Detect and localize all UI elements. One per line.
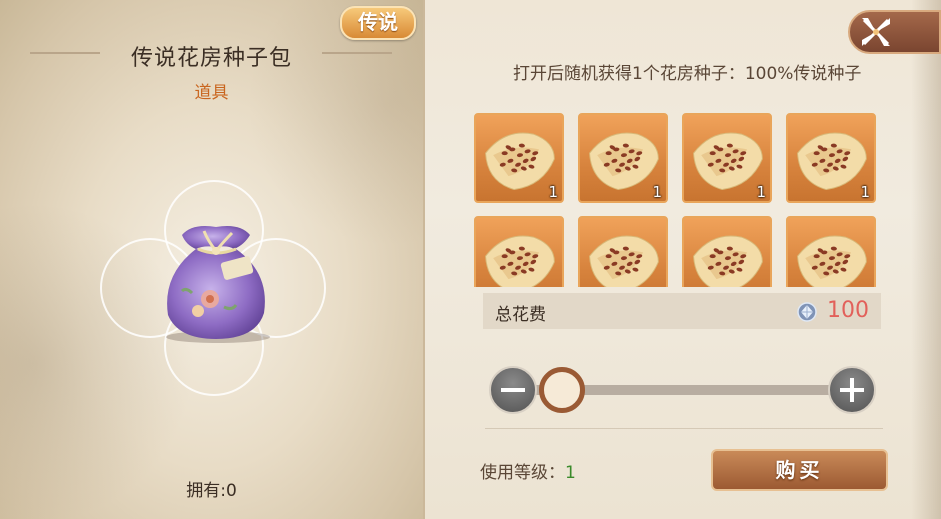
required-level-label: 使用等级： (480, 463, 565, 483)
reward-grid: 1 1 1 1 (474, 113, 878, 287)
reward-slot[interactable] (786, 216, 876, 287)
seed-pile-icon (693, 235, 763, 287)
rarity-badge: 传说 (340, 6, 416, 40)
total-cost-label: 总花费 (495, 305, 546, 325)
buy-button[interactable]: 购买 (711, 449, 888, 491)
required-level: 使用等级：1 (480, 458, 576, 483)
seed-pile-icon (485, 235, 555, 287)
decrease-quantity-button[interactable] (489, 366, 537, 414)
item-description: 打开后随机获得1个花房种子：100%传说种子 (513, 64, 862, 84)
total-cost-row: 总花费 100 (483, 293, 881, 329)
reward-slot[interactable] (578, 216, 668, 287)
reward-slot[interactable] (682, 216, 772, 287)
item-preview-panel: 传说花房种子包 道具 拥有:0 (0, 0, 425, 519)
item-category: 道具 (194, 83, 229, 103)
reward-slot[interactable] (474, 216, 564, 287)
close-x-icon[interactable] (858, 14, 894, 50)
reward-count: 1 (548, 183, 558, 201)
reward-slot[interactable]: 1 (474, 113, 564, 203)
minus-icon (501, 388, 525, 392)
owned-count: 拥有:0 (186, 481, 237, 501)
divider (485, 428, 883, 429)
seed-bag-icon (166, 226, 270, 343)
quantity-slider-handle[interactable] (539, 367, 585, 413)
reward-count: 1 (756, 183, 766, 201)
reward-slot[interactable]: 1 (786, 113, 876, 203)
reward-slot[interactable]: 1 (578, 113, 668, 203)
seed-pile-icon (589, 235, 659, 287)
item-name: 传说花房种子包 (130, 46, 292, 71)
reward-slot[interactable]: 1 (682, 113, 772, 203)
diamond-icon (797, 302, 817, 322)
reward-count: 1 (860, 183, 870, 201)
seed-pile-icon (797, 235, 867, 287)
reward-count: 1 (652, 183, 662, 201)
total-cost-value: 100 (827, 298, 869, 323)
required-level-value: 1 (565, 463, 576, 483)
increase-quantity-button[interactable] (828, 366, 876, 414)
